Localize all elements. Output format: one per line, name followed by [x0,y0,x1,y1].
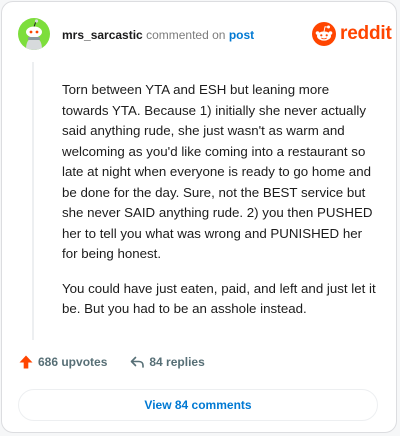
replies-button[interactable]: 84 replies [129,354,205,370]
comment-paragraph: You could have just eaten, paid, and lef… [62,280,376,317]
upvote-count: 686 upvotes [38,355,108,369]
comment-card: mrs_sarcastic commented on post reddit T… [1,1,397,433]
comment-header: mrs_sarcastic commented on post [62,28,254,42]
comment-paragraph: Torn between YTA and ESH but leaning mor… [62,82,373,261]
post-link[interactable]: post [229,28,254,42]
thread-line[interactable] [32,62,34,340]
reddit-logo[interactable]: reddit [312,18,392,50]
username[interactable]: mrs_sarcastic [62,28,143,42]
reply-count: 84 replies [149,355,205,369]
user-avatar[interactable] [18,18,50,50]
reply-arrow-icon [131,356,145,368]
snoo-avatar-icon [26,19,42,50]
action-text: commented on [146,28,226,42]
comment-actions: 686 upvotes 84 replies [18,354,205,370]
upvote-arrow-icon [19,355,33,369]
view-comments-button[interactable]: View 84 comments [18,389,378,421]
upvote-button[interactable]: 686 upvotes [18,354,107,370]
reddit-snoo-icon [312,22,336,46]
reddit-wordmark: reddit [340,23,392,44]
comment-body: Torn between YTA and ESH but leaning mor… [62,80,378,334]
